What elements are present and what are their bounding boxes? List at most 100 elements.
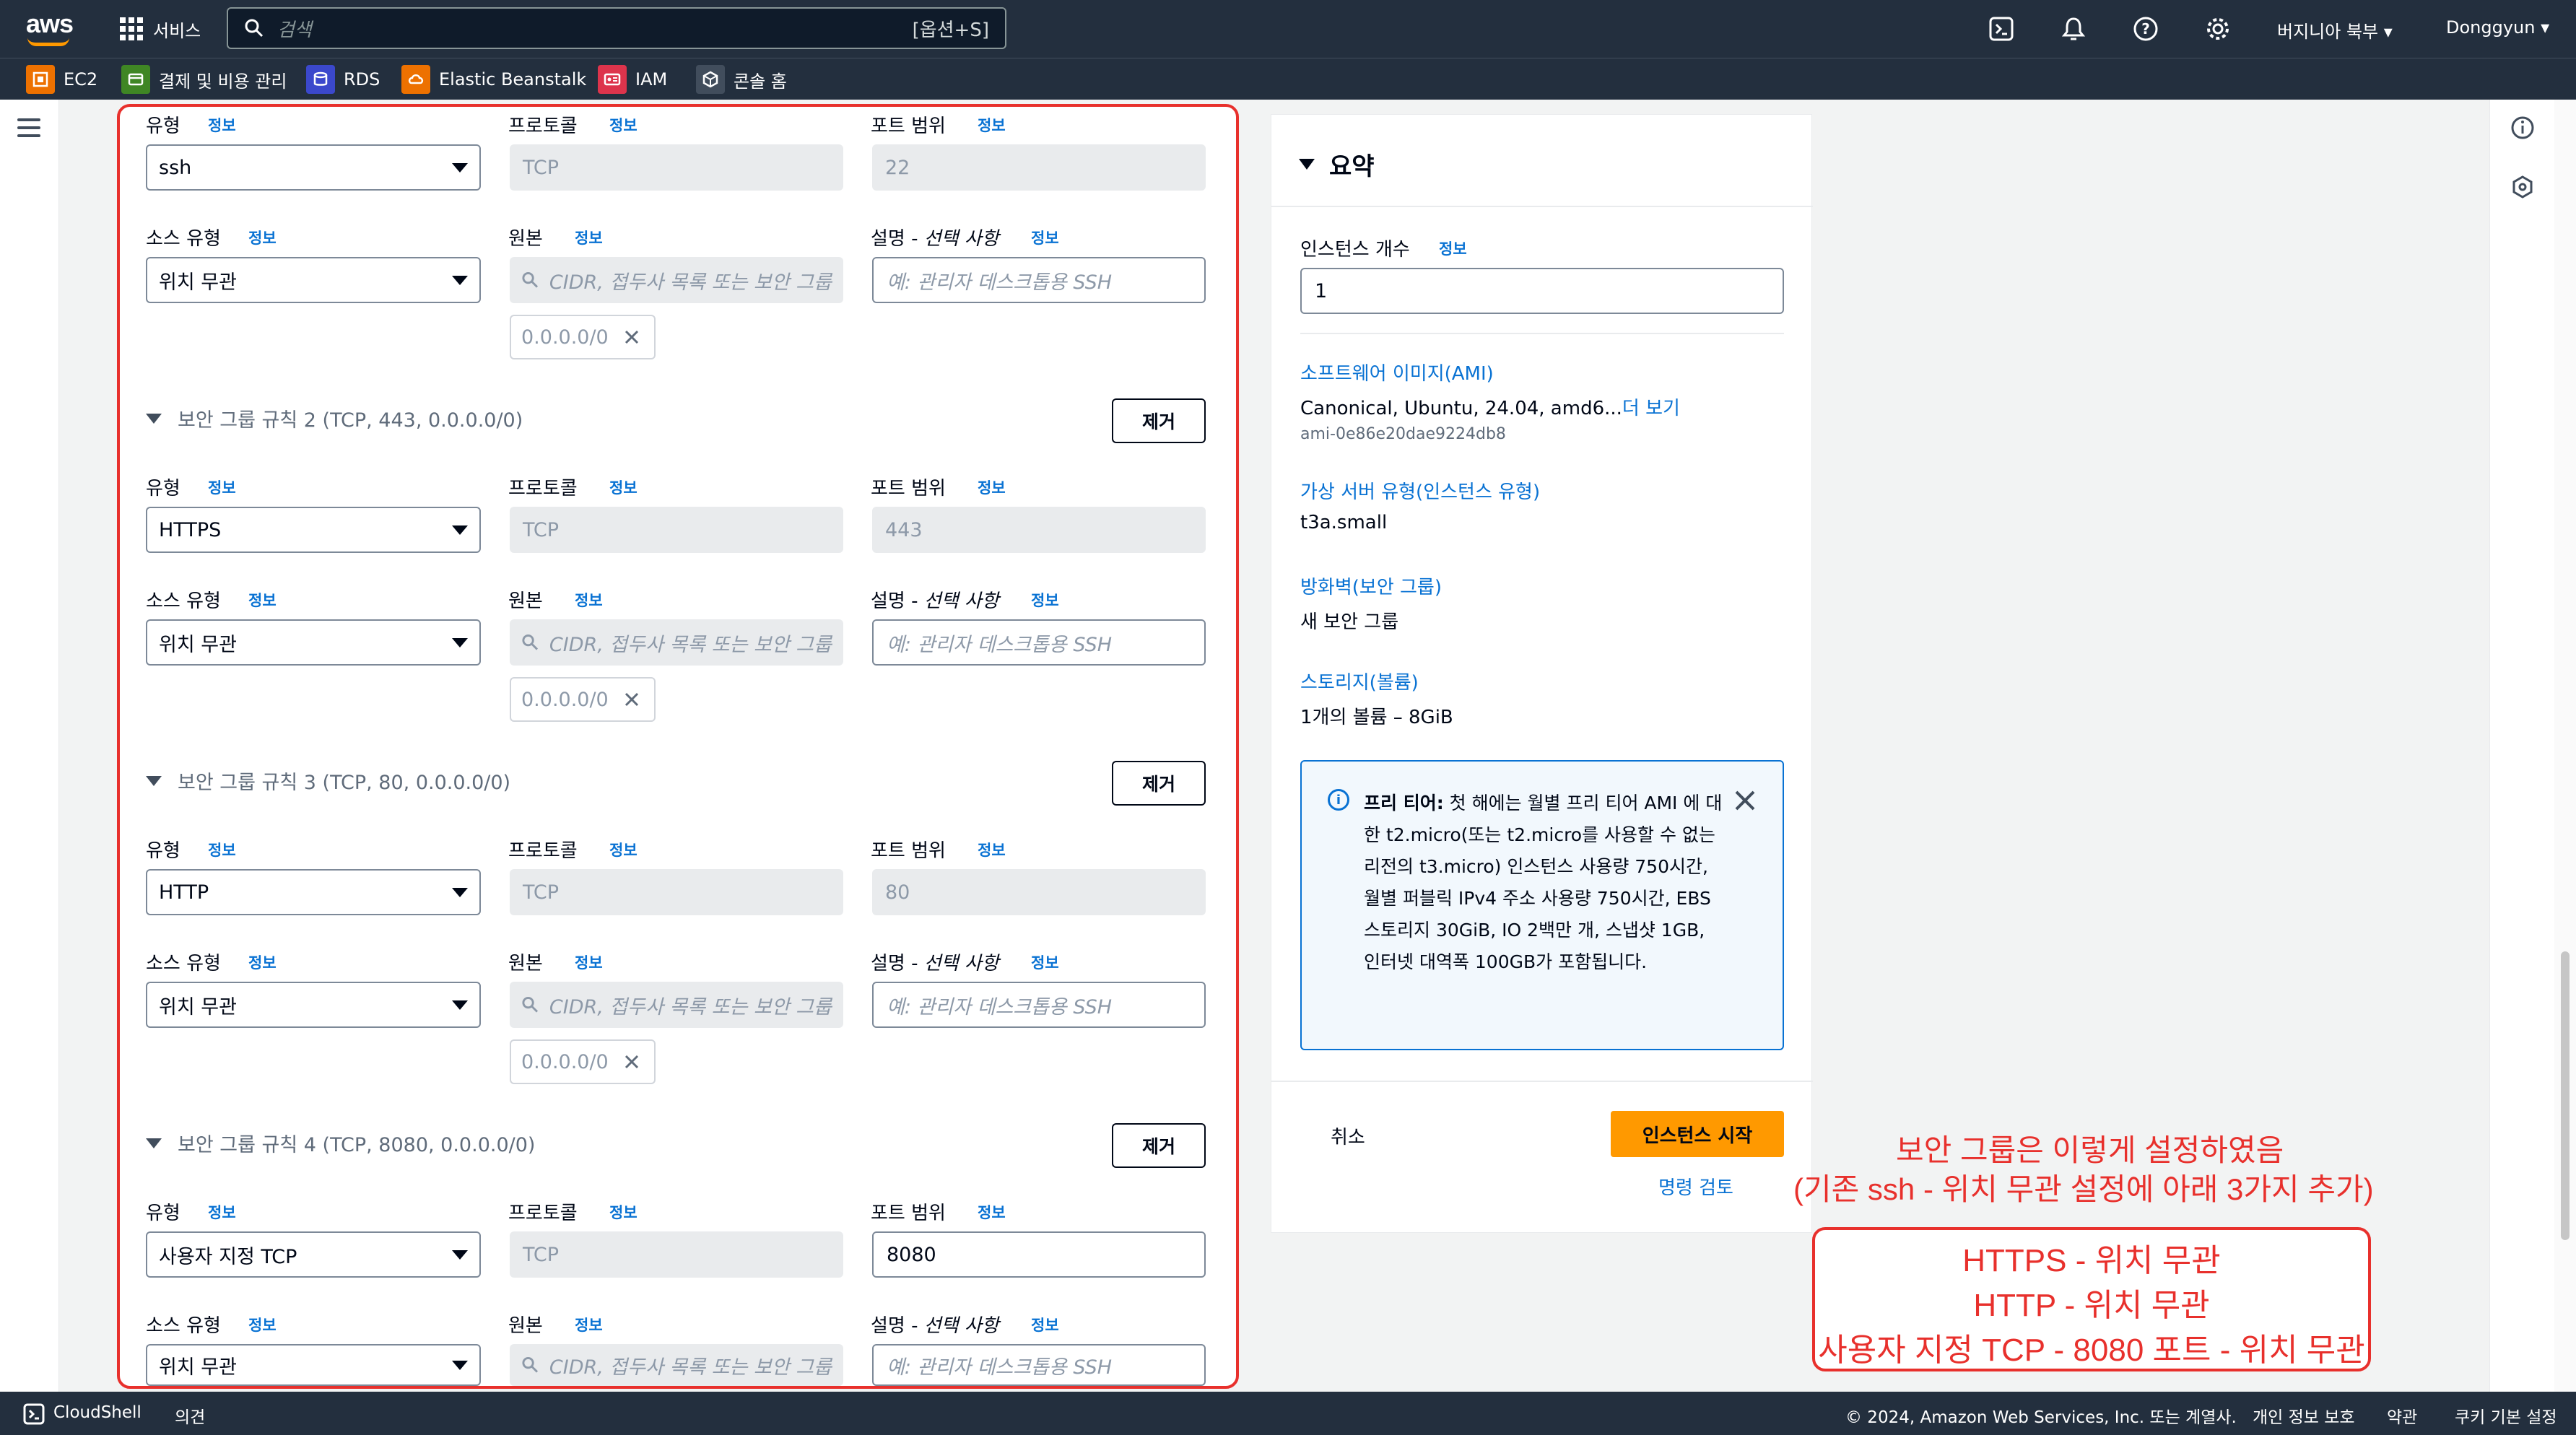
services-menu-button[interactable]: 서비스 [120, 14, 201, 43]
cloudshell-icon[interactable] [1987, 14, 2016, 43]
instance-count-input[interactable]: 1 [1300, 268, 1784, 314]
description-info-link[interactable]: 정보 [1031, 1314, 1059, 1335]
protocol-info-link[interactable]: 정보 [609, 839, 638, 860]
favorite-iam[interactable]: IAM [598, 64, 667, 95]
port-info-link[interactable]: 정보 [978, 476, 1006, 498]
source-info-link[interactable]: 정보 [575, 227, 603, 248]
instance-count-info-link[interactable]: 정보 [1439, 237, 1467, 259]
search-shortcut: [옵션+S] [912, 19, 989, 41]
favorite-console-home[interactable]: 콘솔 홈 [696, 64, 787, 95]
description-info-link[interactable]: 정보 [1031, 951, 1059, 973]
description-input[interactable]: 예: 관리자 데스크톱용 SSH [872, 982, 1206, 1028]
remove-button[interactable]: 제거 [1112, 1123, 1206, 1168]
settings-gear-icon[interactable] [2203, 14, 2232, 43]
summary-title[interactable]: 요약 [1299, 147, 1375, 182]
firewall-link[interactable]: 방화벽(보안 그룹) [1300, 572, 1442, 599]
copyright-text: © 2024, Amazon Web Services, Inc. 또는 계열사… [1845, 1408, 2237, 1427]
remove-button[interactable]: 제거 [1112, 761, 1206, 806]
services-grid-icon [120, 17, 143, 40]
menu-hamburger-icon[interactable] [17, 118, 40, 142]
storage-link[interactable]: 스토리지(볼륨) [1300, 668, 1419, 694]
type-select[interactable]: HTTPS [146, 507, 481, 553]
instance-type-link[interactable]: 가상 서버 유형(인스턴스 유형) [1300, 477, 1540, 504]
source-type-select[interactable]: 위치 무관 [146, 257, 481, 303]
footer: CloudShell 의견 © 2024, Amazon Web Service… [0, 1392, 2576, 1435]
protocol-info-link[interactable]: 정보 [609, 1201, 638, 1223]
description-info-link[interactable]: 정보 [1031, 589, 1059, 611]
privacy-link[interactable]: 개인 정보 보호 [2253, 1403, 2355, 1428]
favorite-elastic-beanstalk[interactable]: Elastic Beanstalk [401, 64, 586, 95]
scrollbar-thumb[interactable] [2561, 951, 2570, 1240]
account-menu[interactable]: Donggyun ▾ [2446, 17, 2549, 38]
source-type-select[interactable]: 위치 무관 [146, 1344, 481, 1386]
cookie-preferences-link[interactable]: 쿠키 기본 설정 [2455, 1403, 2557, 1428]
caret-down-icon [452, 1000, 468, 1010]
launch-instance-button[interactable]: 인스턴스 시작 [1611, 1111, 1784, 1157]
port-info-link[interactable]: 정보 [978, 1201, 1006, 1223]
protocol-info-link[interactable]: 정보 [609, 114, 638, 136]
port-range-field: 80 [872, 869, 1206, 915]
close-icon[interactable] [623, 328, 640, 346]
cidr-token: 0.0.0.0/0 [510, 677, 656, 722]
source-info-link[interactable]: 정보 [575, 951, 603, 973]
source-type-select[interactable]: 위치 무관 [146, 982, 481, 1028]
rule-header[interactable]: 보안 그룹 규칙 4 (TCP, 8080, 0.0.0.0/0) [146, 1129, 535, 1157]
type-info-link[interactable]: 정보 [208, 476, 236, 498]
review-commands-link[interactable]: 명령 검토 [1658, 1173, 1733, 1200]
feedback-link[interactable]: 의견 [175, 1403, 205, 1428]
port-info-link[interactable]: 정보 [978, 839, 1006, 860]
type-info-link[interactable]: 정보 [208, 1201, 236, 1223]
rule-header[interactable]: 보안 그룹 규칙 2 (TCP, 443, 0.0.0.0/0) [146, 404, 523, 432]
rule-header[interactable]: 보안 그룹 규칙 3 (TCP, 80, 0.0.0.0/0) [146, 767, 510, 795]
type-select[interactable]: HTTP [146, 869, 481, 915]
storage-value: 1개의 볼륨 – 8GiB [1300, 707, 1453, 728]
search-input[interactable]: 검색 [옵션+S] [227, 7, 1006, 49]
ami-link[interactable]: 소프트웨어 이미지(AMI) [1300, 359, 1494, 385]
ami-more-link[interactable]: 더 보기 [1622, 398, 1680, 419]
source-search-input[interactable]: CIDR, 접두사 목록 또는 보안 그룹 [510, 619, 843, 666]
favorite-ec2[interactable]: EC2 [26, 64, 97, 95]
cloudshell-link[interactable]: CloudShell [53, 1403, 142, 1422]
source-type-select[interactable]: 위치 무관 [146, 619, 481, 666]
close-icon[interactable] [623, 1053, 640, 1070]
description-input[interactable]: 예: 관리자 데스크톱용 SSH [872, 619, 1206, 666]
close-icon[interactable] [623, 691, 640, 708]
terms-link[interactable]: 약관 [2387, 1403, 2417, 1428]
source-info-link[interactable]: 정보 [575, 589, 603, 611]
tutorial-panel-icon[interactable] [2510, 175, 2535, 202]
help-icon[interactable]: ? [2131, 14, 2160, 43]
favorite-billing[interactable]: 결제 및 비용 관리 [121, 64, 287, 95]
protocol-info-link[interactable]: 정보 [609, 476, 638, 498]
source-search-input[interactable]: CIDR, 접두사 목록 또는 보안 그룹 [510, 257, 843, 303]
port-range-input[interactable]: 8080 [872, 1231, 1206, 1278]
top-navigation: aws 서비스 검색 [옵션+S] ? 버지니아 북부 ▾ Donggyun ▾ [0, 0, 2576, 58]
type-info-link[interactable]: 정보 [208, 114, 236, 136]
bell-icon[interactable] [2059, 14, 2088, 43]
type-info-link[interactable]: 정보 [208, 839, 236, 860]
source-type-info-link[interactable]: 정보 [248, 1314, 277, 1335]
source-search-input[interactable]: CIDR, 접두사 목록 또는 보안 그룹 [510, 982, 843, 1028]
cloudshell-icon[interactable] [23, 1403, 45, 1429]
type-select[interactable]: 사용자 지정 TCP [146, 1231, 481, 1278]
cidr-token: 0.0.0.0/0 [510, 315, 656, 359]
info-panel-icon[interactable] [2510, 115, 2535, 143]
description-input[interactable]: 예: 관리자 데스크톱용 SSH [872, 257, 1206, 303]
remove-button[interactable]: 제거 [1112, 398, 1206, 443]
favorite-rds[interactable]: RDS [306, 64, 380, 95]
source-type-info-link[interactable]: 정보 [248, 951, 277, 973]
summary-panel: 요약 인스턴스 개수 정보 1 소프트웨어 이미지(AMI) Canonical… [1271, 114, 1813, 1233]
source-search-input[interactable]: CIDR, 접두사 목록 또는 보안 그룹 [510, 1344, 843, 1386]
source-type-info-link[interactable]: 정보 [248, 227, 277, 248]
type-select[interactable]: ssh [146, 144, 481, 191]
source-info-link[interactable]: 정보 [575, 1314, 603, 1335]
port-info-link[interactable]: 정보 [978, 114, 1006, 136]
source-type-info-link[interactable]: 정보 [248, 589, 277, 611]
description-input[interactable]: 예: 관리자 데스크톱용 SSH [872, 1344, 1206, 1386]
cancel-button[interactable]: 취소 [1331, 1122, 1365, 1149]
description-info-link[interactable]: 정보 [1031, 227, 1059, 248]
region-selector[interactable]: 버지니아 북부 ▾ [2277, 17, 2393, 43]
divider [1271, 1081, 1813, 1082]
page-scrollbar[interactable] [2554, 100, 2576, 1392]
close-icon[interactable] [1731, 786, 1759, 815]
aws-logo[interactable]: aws [26, 9, 74, 39]
